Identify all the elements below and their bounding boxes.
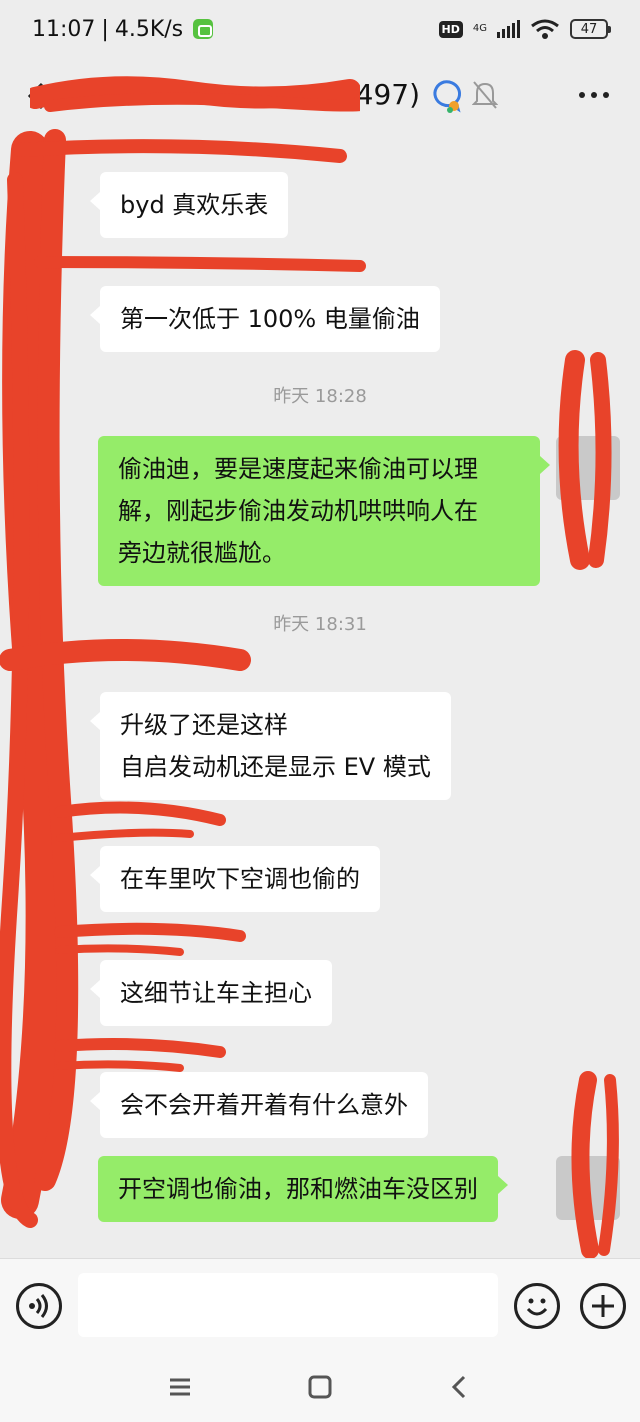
message-bubble-incoming[interactable]: 这细节让车主担心 — [90, 960, 332, 1026]
voice-icon — [29, 1294, 48, 1318]
message-bubble-incoming[interactable]: 升级了还是这样 自启发动机还是显示 EV 模式 — [90, 692, 451, 800]
emoji-icon — [526, 1298, 548, 1316]
chat-messages[interactable]: byd 真欢乐表 第一次低于 100% 电量偷油 昨天 18:28 偷油迪，要是… — [0, 134, 640, 1258]
network-type: 4G — [472, 23, 487, 34]
mute-bell-icon — [472, 81, 498, 109]
plus-icon — [592, 1295, 614, 1317]
home-icon[interactable] — [300, 1370, 340, 1404]
status-separator: | — [101, 16, 109, 42]
message-bubble-outgoing[interactable]: 开空调也偷油，那和燃油车没区别 — [98, 1156, 508, 1222]
avatar[interactable] — [556, 436, 620, 500]
wifi-icon — [531, 19, 559, 39]
redaction-scribble — [30, 76, 360, 112]
chat-header: (497) — [0, 58, 640, 134]
more-functions-button[interactable] — [580, 1283, 626, 1329]
avatar[interactable] — [556, 1156, 620, 1220]
battery-indicator: 47 — [570, 19, 611, 39]
voice-input-button[interactable] — [16, 1283, 62, 1329]
signal-icon — [497, 20, 520, 38]
message-bubble-incoming[interactable]: 会不会开着开着有什么意外 — [90, 1072, 428, 1138]
group-chat-icon[interactable] — [426, 78, 462, 114]
wechat-notification-icon — [193, 19, 214, 39]
hd-badge: HD — [438, 20, 463, 38]
message-bubble-incoming[interactable]: 在车里吹下空调也偷的 — [90, 846, 380, 912]
status-net-speed: 4.5K/s — [114, 16, 184, 42]
emoji-button[interactable] — [514, 1283, 560, 1329]
back-icon[interactable] — [440, 1370, 480, 1404]
time-label: 昨天 18:31 — [273, 614, 367, 635]
status-left: 11:07 | 4.5K/s — [32, 16, 214, 42]
more-button[interactable] — [576, 82, 616, 108]
battery-level: 47 — [580, 21, 598, 37]
input-bar — [0, 1258, 640, 1352]
message-bubble-incoming[interactable]: 第一次低于 100% 电量偷油 — [90, 286, 440, 352]
status-bar: 11:07 | 4.5K/s HD 4G 47 — [0, 0, 640, 58]
message-input[interactable] — [78, 1273, 498, 1337]
status-time: 11:07 — [32, 16, 96, 42]
message-bubble-incoming[interactable]: byd 真欢乐表 — [89, 172, 289, 238]
time-label: 昨天 18:28 — [273, 386, 367, 407]
status-right: HD 4G 47 — [438, 18, 611, 40]
system-navigation-bar — [0, 1352, 640, 1422]
menu-icon[interactable] — [160, 1370, 200, 1404]
message-bubble-outgoing[interactable]: 偷油迪，要是速度起来偷油可以理 解，刚起步偷油发动机哄哄响人在 旁边就很尴尬。 — [98, 436, 550, 586]
